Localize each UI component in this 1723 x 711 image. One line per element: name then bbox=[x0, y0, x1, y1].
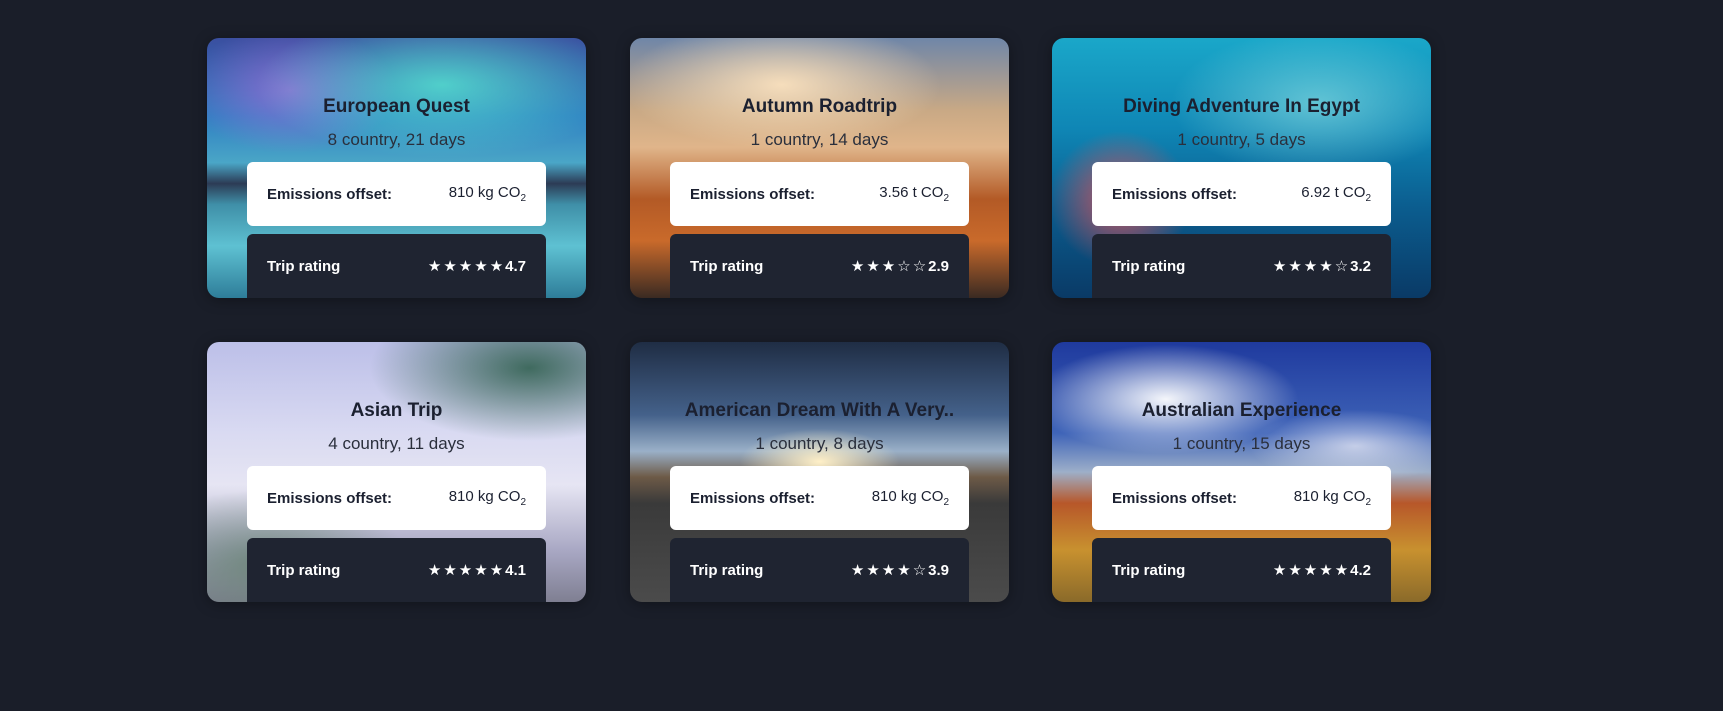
trip-card[interactable]: European Quest 8 country, 21 days Emissi… bbox=[207, 38, 586, 298]
star-icon: ★ bbox=[1334, 561, 1349, 579]
star-icon: ★ bbox=[881, 257, 896, 275]
trip-title: American Dream With A Very.. bbox=[684, 400, 955, 421]
star-icon: ★ bbox=[427, 257, 442, 275]
star-icon: ☆ bbox=[897, 257, 911, 275]
emissions-label: Emissions offset: bbox=[1112, 185, 1238, 203]
star-rating: ★ ★ ★ ★ ★ 4.7 bbox=[428, 258, 526, 275]
star-icon: ★ bbox=[1319, 561, 1333, 579]
trip-subtitle: 1 country, 15 days bbox=[1172, 434, 1311, 453]
star-icon: ★ bbox=[1303, 257, 1318, 275]
star-icon: ★ bbox=[1288, 257, 1302, 275]
star-rating: ★ ★ ★ ★ ★ 4.2 bbox=[1273, 562, 1371, 579]
rating-value: 4.1 bbox=[505, 561, 526, 579]
trip-card[interactable]: Diving Adventure In Egypt 1 country, 5 d… bbox=[1052, 38, 1431, 298]
rating-panel: Trip rating ★ ★ ★ ★ ★ 4.7 bbox=[247, 234, 546, 298]
trip-title: Australian Experience bbox=[1141, 400, 1342, 421]
rating-value: 3.2 bbox=[1350, 257, 1371, 275]
rating-value: 4.2 bbox=[1350, 561, 1371, 579]
trip-title: Asian Trip bbox=[350, 400, 443, 421]
trip-title: Autumn Roadtrip bbox=[741, 96, 898, 117]
star-icon: ★ bbox=[866, 561, 880, 579]
trip-subtitle: 1 country, 8 days bbox=[755, 434, 884, 453]
star-icon: ★ bbox=[881, 561, 896, 579]
star-rating: ★ ★ ★ ★ ☆ 3.9 bbox=[851, 562, 949, 579]
emissions-panel: Emissions offset: 810 kg CO2 bbox=[247, 466, 546, 530]
emissions-panel: Emissions offset: 810 kg CO2 bbox=[670, 466, 969, 530]
rating-label: Trip rating bbox=[267, 561, 341, 579]
emissions-value: 6.92 t CO2 bbox=[1301, 184, 1371, 204]
emissions-panel: Emissions offset: 810 kg CO2 bbox=[247, 162, 546, 226]
rating-panel: Trip rating ★ ★ ★ ★ ★ 4.2 bbox=[1092, 538, 1391, 602]
trip-title: European Quest bbox=[323, 96, 470, 117]
emissions-value: 810 kg CO2 bbox=[448, 184, 526, 204]
rating-label: Trip rating bbox=[1112, 257, 1186, 275]
star-icon: ★ bbox=[489, 257, 504, 275]
trip-card[interactable]: Asian Trip 4 country, 11 days Emissions … bbox=[207, 342, 586, 602]
emissions-panel: Emissions offset: 3.56 t CO2 bbox=[670, 162, 969, 226]
trip-card-grid: European Quest 8 country, 21 days Emissi… bbox=[0, 0, 1723, 711]
emissions-panel: Emissions offset: 810 kg CO2 bbox=[1092, 466, 1391, 530]
rating-panel: Trip rating ★ ★ ★ ★ ★ 4.1 bbox=[247, 538, 546, 602]
emissions-panel: Emissions offset: 6.92 t CO2 bbox=[1092, 162, 1391, 226]
star-icon: ☆ bbox=[1334, 257, 1349, 275]
emissions-label: Emissions offset: bbox=[690, 489, 816, 507]
rating-value: 2.9 bbox=[928, 257, 949, 275]
emissions-label: Emissions offset: bbox=[1112, 489, 1238, 507]
rating-label: Trip rating bbox=[690, 257, 764, 275]
star-icon: ★ bbox=[1288, 561, 1302, 579]
star-icon: ★ bbox=[866, 257, 880, 275]
emissions-label: Emissions offset: bbox=[690, 185, 816, 203]
trip-card[interactable]: Australian Experience 1 country, 15 days… bbox=[1052, 342, 1431, 602]
star-rating: ★ ★ ★ ★ ☆ 3.2 bbox=[1273, 258, 1371, 275]
trip-title: Diving Adventure In Egypt bbox=[1123, 96, 1360, 117]
star-icon: ★ bbox=[1303, 561, 1318, 579]
star-icon: ★ bbox=[897, 561, 911, 579]
star-icon: ★ bbox=[489, 561, 504, 579]
star-icon: ★ bbox=[1272, 257, 1287, 275]
emissions-label: Emissions offset: bbox=[267, 489, 393, 507]
rating-label: Trip rating bbox=[690, 561, 764, 579]
star-icon: ☆ bbox=[912, 257, 927, 275]
rating-value: 4.7 bbox=[505, 257, 526, 275]
star-icon: ★ bbox=[850, 257, 865, 275]
trip-subtitle: 1 country, 14 days bbox=[750, 130, 889, 149]
star-rating: ★ ★ ★ ★ ★ 4.1 bbox=[428, 562, 526, 579]
star-icon: ★ bbox=[427, 561, 442, 579]
rating-label: Trip rating bbox=[1112, 561, 1186, 579]
star-icon: ★ bbox=[443, 257, 457, 275]
emissions-value: 3.56 t CO2 bbox=[879, 184, 949, 204]
emissions-label: Emissions offset: bbox=[267, 185, 393, 203]
rating-label: Trip rating bbox=[267, 257, 341, 275]
star-icon: ★ bbox=[474, 257, 488, 275]
star-icon: ★ bbox=[443, 561, 457, 579]
trip-card[interactable]: American Dream With A Very.. 1 country, … bbox=[630, 342, 1009, 602]
trip-subtitle: 1 country, 5 days bbox=[1177, 130, 1306, 149]
star-icon: ★ bbox=[1272, 561, 1287, 579]
rating-panel: Trip rating ★ ★ ★ ★ ☆ 3.2 bbox=[1092, 234, 1391, 298]
emissions-value: 810 kg CO2 bbox=[871, 488, 949, 508]
trip-card[interactable]: Autumn Roadtrip 1 country, 14 days Emiss… bbox=[630, 38, 1009, 298]
star-icon: ★ bbox=[458, 561, 473, 579]
trip-subtitle: 4 country, 11 days bbox=[328, 434, 465, 453]
trip-subtitle: 8 country, 21 days bbox=[327, 130, 466, 149]
star-icon: ☆ bbox=[912, 561, 927, 579]
rating-value: 3.9 bbox=[928, 561, 949, 579]
rating-panel: Trip rating ★ ★ ★ ★ ☆ 3.9 bbox=[670, 538, 969, 602]
emissions-value: 810 kg CO2 bbox=[1293, 488, 1371, 508]
rating-panel: Trip rating ★ ★ ★ ☆ ☆ 2.9 bbox=[670, 234, 969, 298]
star-icon: ★ bbox=[458, 257, 473, 275]
star-icon: ★ bbox=[1319, 257, 1333, 275]
star-icon: ★ bbox=[474, 561, 488, 579]
emissions-value: 810 kg CO2 bbox=[448, 488, 526, 508]
star-rating: ★ ★ ★ ☆ ☆ 2.9 bbox=[851, 258, 949, 275]
star-icon: ★ bbox=[850, 561, 865, 579]
